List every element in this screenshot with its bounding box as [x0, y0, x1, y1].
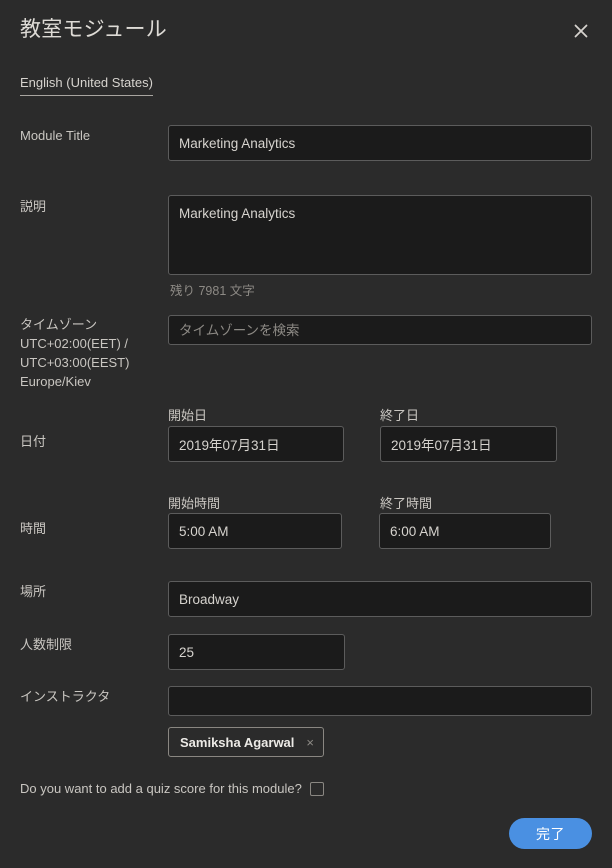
- location-input[interactable]: [168, 581, 592, 617]
- quiz-score-row: Do you want to add a quiz score for this…: [20, 780, 324, 798]
- close-button[interactable]: [568, 18, 594, 44]
- module-title-input[interactable]: [168, 125, 592, 161]
- description-textarea[interactable]: [168, 195, 592, 275]
- tab-english-united-states[interactable]: English (United States): [20, 74, 153, 96]
- end-date-sublabel: 終了日: [380, 408, 420, 423]
- quiz-score-label: Do you want to add a quiz score for this…: [20, 781, 302, 796]
- page-title: 教室モジュール: [20, 18, 167, 41]
- instructor-input[interactable]: [168, 686, 592, 716]
- timezone-search-input[interactable]: [168, 315, 592, 345]
- language-tabs: English (United States): [20, 74, 153, 96]
- start-time-sublabel: 開始時間: [168, 496, 221, 511]
- capacity-input[interactable]: [168, 634, 345, 670]
- classroom-module-dialog: 教室モジュール English (United States) Module T…: [0, 0, 612, 868]
- capacity-label: 人数制限: [20, 637, 73, 652]
- dialog-header: 教室モジュール: [0, 0, 612, 60]
- module-title-label: Module Title: [20, 128, 91, 143]
- end-date-input[interactable]: [380, 426, 557, 462]
- instructor-chip[interactable]: Samiksha Agarwal ×: [168, 727, 324, 757]
- timezone-label: タイムゾーン UTC+02:00(EET) / UTC+03:00(EEST) …: [20, 317, 130, 389]
- date-label: 日付: [20, 434, 47, 449]
- time-label: 時間: [20, 521, 47, 536]
- instructor-chip-label: Samiksha Agarwal: [180, 734, 295, 750]
- description-label: 説明: [20, 199, 47, 214]
- chip-remove-icon[interactable]: ×: [306, 736, 314, 749]
- submit-button[interactable]: 完了: [509, 818, 592, 849]
- start-date-sublabel: 開始日: [168, 408, 208, 423]
- close-icon: [574, 24, 588, 38]
- start-date-input[interactable]: [168, 426, 344, 462]
- location-label: 場所: [20, 584, 47, 599]
- instructor-label: インストラクタ: [20, 689, 111, 704]
- end-time-sublabel: 終了時間: [380, 496, 433, 511]
- description-character-counter: 残り 7981 文字: [170, 284, 255, 298]
- quiz-score-checkbox[interactable]: [309, 782, 324, 796]
- start-time-input[interactable]: [168, 513, 342, 549]
- end-time-input[interactable]: [379, 513, 551, 549]
